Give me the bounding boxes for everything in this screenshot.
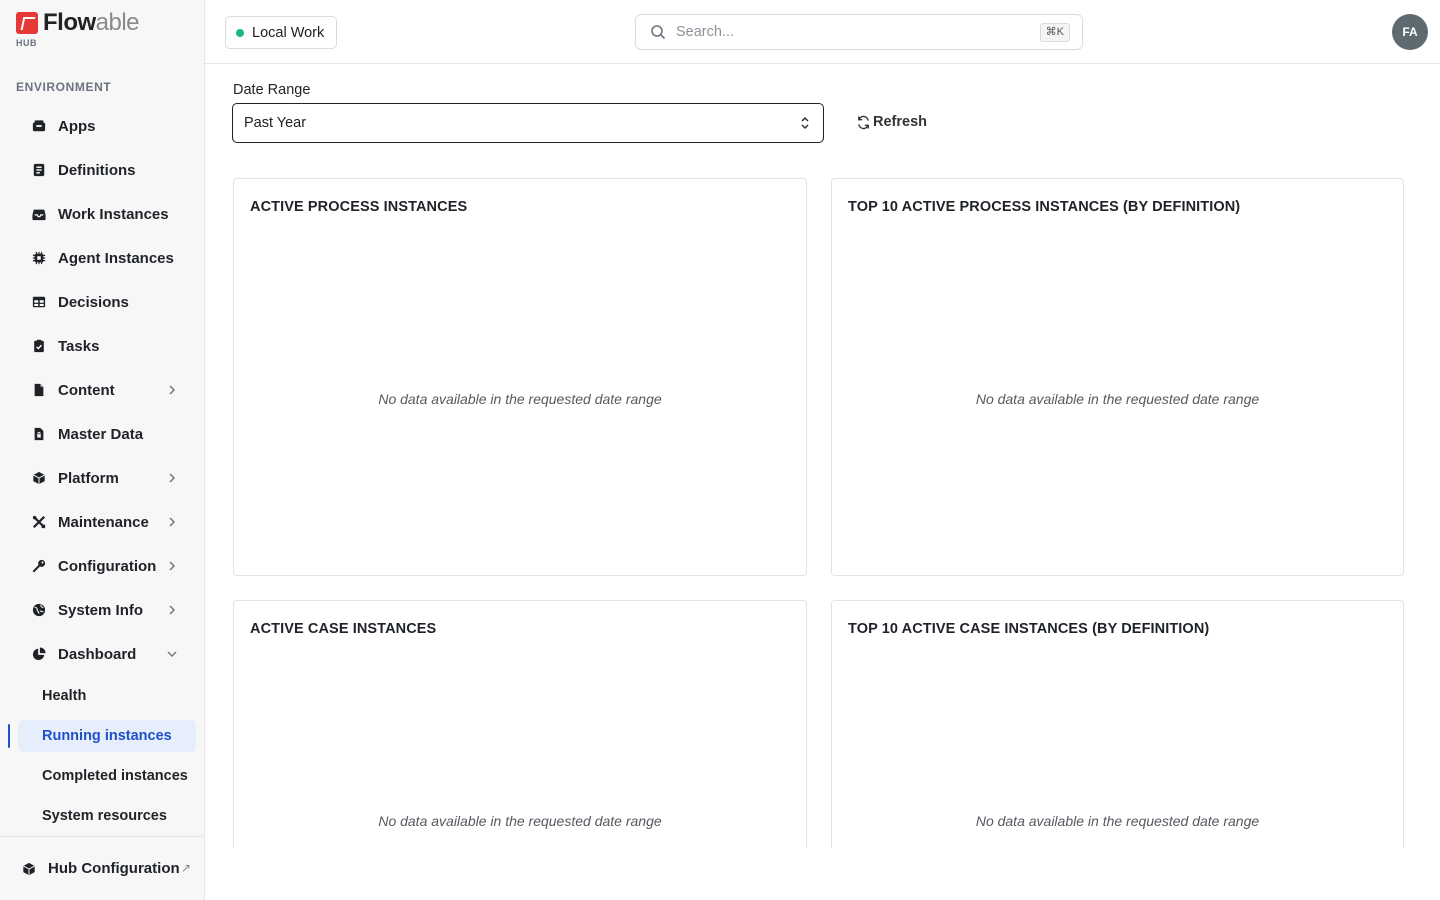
- empty-state-message: No data available in the requested date …: [975, 813, 1260, 829]
- sidebar-item-definitions[interactable]: Definitions: [0, 148, 205, 192]
- date-range-label: Date Range: [233, 82, 311, 98]
- search-shortcut-badge: ⌘K: [1039, 23, 1070, 42]
- search-icon: [651, 25, 666, 40]
- sidebar-subitem-system-resources[interactable]: System resources: [0, 796, 205, 836]
- hub-configuration-label: Hub Configuration: [48, 860, 180, 877]
- user-avatar[interactable]: FA: [1392, 14, 1428, 50]
- sidebar-item-dashboard[interactable]: Dashboard: [0, 632, 205, 676]
- sidebar-item-label: Apps: [58, 117, 96, 135]
- tools-icon: [32, 515, 46, 529]
- sidebar-item-label: Content: [58, 381, 115, 399]
- key-icon: [32, 559, 46, 573]
- sidebar-item-label: Tasks: [58, 337, 100, 355]
- date-range-value: Past Year: [244, 115, 307, 131]
- refresh-icon: [858, 115, 869, 129]
- card-active-process-instances: ACTIVE PROCESS INSTANCES No data availab…: [233, 178, 807, 576]
- file-icon: [32, 383, 46, 397]
- sidebar-item-work-instances[interactable]: Work Instances: [0, 192, 205, 236]
- environment-label: Local Work: [252, 24, 325, 41]
- hub-configuration-link[interactable]: Hub Configuration ↗: [0, 836, 205, 900]
- search-input[interactable]: [676, 24, 1016, 40]
- sidebar: Flowable HUB ENVIRONMENT Apps Definition…: [0, 0, 205, 900]
- clipboard-check-icon: [32, 339, 46, 353]
- refresh-button[interactable]: Refresh: [856, 114, 927, 130]
- sidebar-subitem-running-instances[interactable]: Running instances: [0, 716, 205, 756]
- sidebar-item-content[interactable]: Content: [0, 368, 205, 412]
- card-active-case-instances: ACTIVE CASE INSTANCES No data available …: [233, 600, 807, 848]
- empty-state-message: No data available in the requested date …: [378, 813, 662, 829]
- chevron-right-icon: [169, 605, 176, 615]
- refresh-label: Refresh: [873, 114, 927, 130]
- search-bar[interactable]: ⌘K: [635, 14, 1083, 50]
- sidebar-item-label: Definitions: [58, 161, 136, 179]
- sidebar-nav: Apps Definitions Work Instances Agent In…: [0, 104, 205, 836]
- sidebar-item-label: Work Instances: [58, 205, 169, 223]
- sidebar-item-label: Maintenance: [58, 513, 149, 531]
- external-link-icon: ↗: [180, 861, 191, 875]
- sidebar-item-label: Configuration: [58, 557, 157, 575]
- empty-state-message: No data available in the requested date …: [378, 391, 662, 407]
- main-content: Date Range Past Year Refresh ACTIVE PROC…: [205, 65, 1440, 848]
- globe-icon: [32, 603, 46, 617]
- card-title: ACTIVE PROCESS INSTANCES: [250, 199, 468, 215]
- chevron-right-icon: [169, 385, 176, 395]
- section-label-environment: ENVIRONMENT: [16, 80, 112, 94]
- sidebar-subitem-label: System resources: [42, 808, 167, 824]
- sidebar-item-master-data[interactable]: Master Data: [0, 412, 205, 456]
- chevron-right-icon: [169, 561, 176, 571]
- sidebar-item-label: Agent Instances: [58, 249, 174, 267]
- sidebar-item-apps[interactable]: Apps: [0, 104, 205, 148]
- sidebar-item-agent-instances[interactable]: Agent Instances: [0, 236, 205, 280]
- sidebar-item-label: Decisions: [58, 293, 129, 311]
- sidebar-item-system-info[interactable]: System Info: [0, 588, 205, 632]
- pie-chart-icon: [32, 647, 46, 661]
- brand-sub: HUB: [16, 38, 37, 48]
- empty-state-message: No data available in the requested date …: [975, 391, 1260, 407]
- chevron-down-icon: [167, 651, 177, 658]
- card-top10-process-instances: TOP 10 ACTIVE PROCESS INSTANCES (BY DEFI…: [831, 178, 1404, 576]
- apps-icon: [32, 119, 46, 133]
- active-indicator: [8, 724, 10, 748]
- card-top10-case-instances: TOP 10 ACTIVE CASE INSTANCES (BY DEFINIT…: [831, 600, 1404, 848]
- sidebar-item-maintenance[interactable]: Maintenance: [0, 500, 205, 544]
- file-lock-icon: [32, 427, 46, 441]
- card-title: TOP 10 ACTIVE CASE INSTANCES (BY DEFINIT…: [848, 621, 1210, 637]
- sidebar-item-label: Dashboard: [58, 645, 137, 663]
- sidebar-subitem-health[interactable]: Health: [0, 676, 205, 716]
- sidebar-subitem-label: Completed instances: [42, 768, 188, 784]
- card-title: TOP 10 ACTIVE PROCESS INSTANCES (BY DEFI…: [848, 199, 1241, 215]
- sidebar-item-decisions[interactable]: Decisions: [0, 280, 205, 324]
- sidebar-item-label: Master Data: [58, 425, 144, 443]
- sidebar-item-platform[interactable]: Platform: [0, 456, 205, 500]
- table-icon: [32, 295, 46, 309]
- chevron-right-icon: [169, 473, 176, 483]
- cube-icon: [32, 471, 46, 485]
- sidebar-item-tasks[interactable]: Tasks: [0, 324, 205, 368]
- top-bar: Local Work ⌘K FA: [205, 0, 1440, 64]
- flowable-logo[interactable]: Flowable HUB: [16, 9, 140, 48]
- sidebar-subitem-label: Running instances: [42, 728, 172, 744]
- select-arrows-icon: [801, 116, 809, 130]
- definitions-icon: [32, 163, 46, 177]
- brand-name: Flowable: [43, 9, 140, 36]
- inbox-icon: [32, 207, 46, 221]
- chip-icon: [32, 251, 46, 265]
- flowable-logo-icon: [16, 12, 38, 34]
- sidebar-subitem-label: Health: [42, 688, 87, 704]
- cube-icon: [22, 862, 36, 876]
- card-title: ACTIVE CASE INSTANCES: [250, 621, 437, 637]
- status-dot-icon: [236, 28, 244, 37]
- chevron-right-icon: [169, 517, 176, 527]
- sidebar-subitem-completed-instances[interactable]: Completed instances: [0, 756, 205, 796]
- sidebar-item-configuration[interactable]: Configuration: [0, 544, 205, 588]
- sidebar-item-label: System Info: [58, 601, 144, 619]
- sidebar-item-label: Platform: [58, 469, 119, 487]
- date-range-select[interactable]: Past Year: [232, 103, 824, 143]
- environment-selector[interactable]: Local Work: [225, 16, 338, 49]
